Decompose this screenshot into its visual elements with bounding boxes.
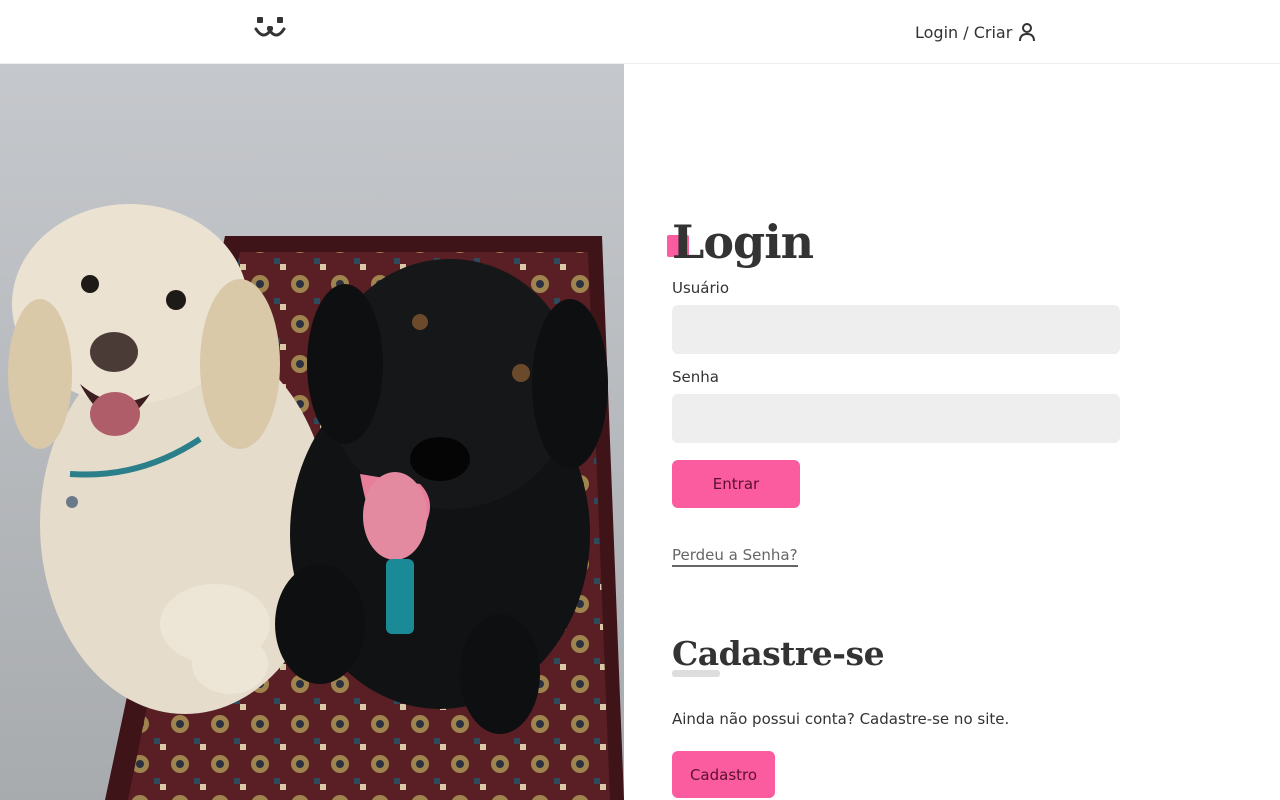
site-header: Login / Criar [0, 0, 1280, 64]
lost-password-link[interactable]: Perdeu a Senha? [672, 546, 798, 567]
two-dogs-photo [0, 64, 624, 800]
login-title-wrap: Login [667, 210, 814, 274]
dog-face-icon [254, 17, 286, 37]
password-label: Senha [672, 368, 719, 386]
signup-button[interactable]: Cadastro [672, 751, 775, 798]
hero-photo [0, 64, 624, 800]
submit-login-button[interactable]: Entrar [672, 460, 800, 508]
page-title: Login [672, 215, 814, 269]
login-create-label: Login / Criar [915, 22, 1013, 42]
login-create-link[interactable]: Login / Criar [915, 20, 1036, 44]
signup-title-underline [672, 670, 720, 677]
password-input[interactable] [672, 394, 1120, 443]
username-label: Usuário [672, 279, 730, 297]
username-input[interactable] [672, 305, 1120, 354]
logo-link[interactable] [254, 16, 286, 44]
signup-description: Ainda não possui conta? Cadastre-se no s… [672, 710, 1010, 728]
login-panel: Login Usuário Senha Entrar Perdeu a Senh… [667, 64, 1232, 800]
user-icon [1019, 23, 1036, 42]
signup-title-wrap: Cadastre-se [672, 632, 885, 677]
